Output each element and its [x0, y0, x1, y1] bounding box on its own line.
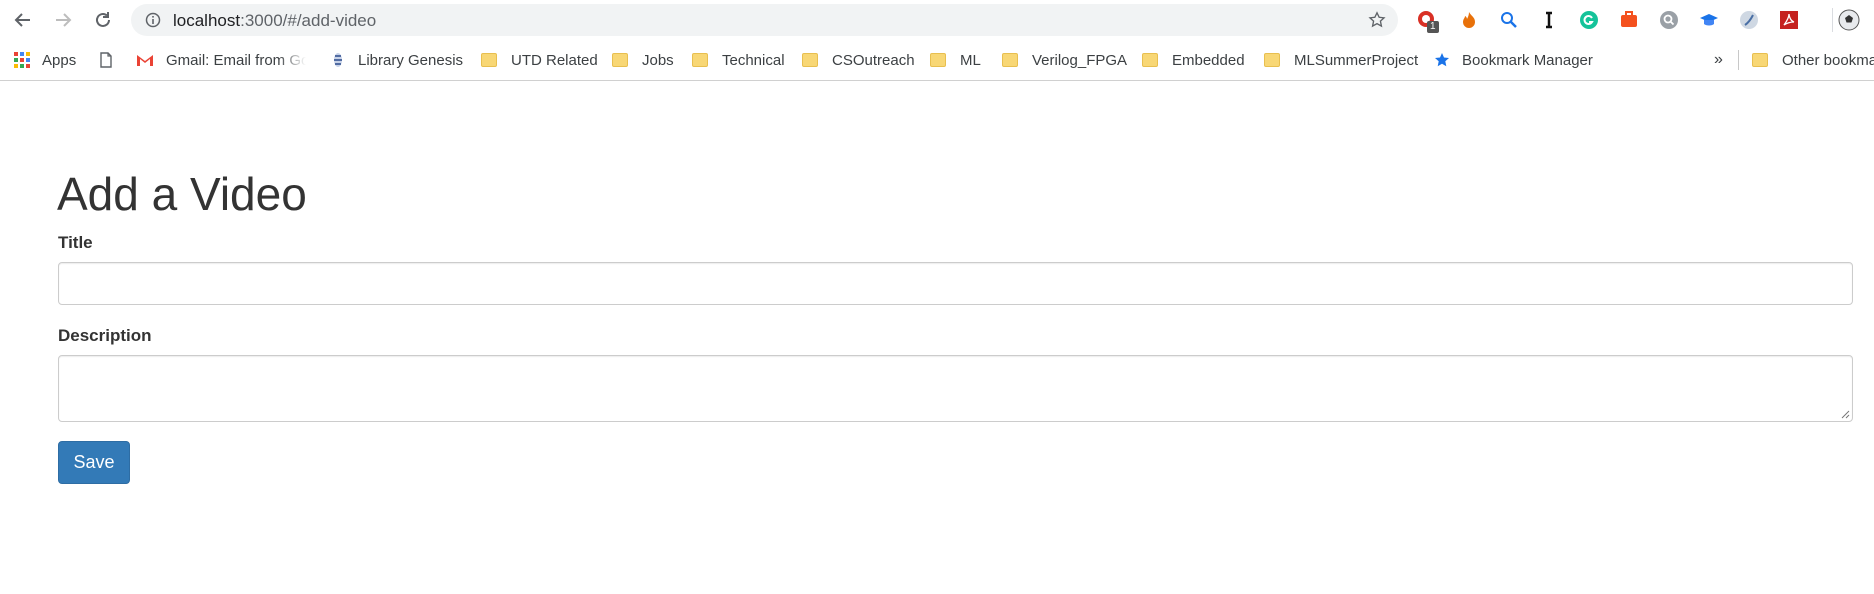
save-button[interactable]: Save: [58, 441, 130, 484]
apps-grid-icon: [14, 52, 30, 68]
arrow-right-icon: [56, 13, 72, 27]
bookmark-label: Other bookma: [1782, 51, 1874, 69]
title-input[interactable]: [59, 263, 1852, 304]
bookmark-star-icon[interactable]: [1368, 11, 1386, 29]
page-title: Add a Video: [57, 168, 307, 220]
bookmark-folder-utd-related[interactable]: UTD Related: [481, 50, 598, 70]
extension-fire[interactable]: [1458, 9, 1480, 31]
gmail-icon: [137, 55, 153, 66]
toolbox-icon: [1621, 11, 1637, 27]
magnifier-icon: [1501, 12, 1517, 28]
bookmark-gmail[interactable]: Gmail: Email from Go: [136, 50, 306, 70]
fire-icon: [1463, 12, 1475, 28]
extension-feather[interactable]: [1738, 9, 1760, 31]
url-text[interactable]: localhost:3000/#/add-video: [173, 11, 376, 31]
folder-icon: [802, 53, 818, 67]
extension-ad-blocker[interactable]: 1: [1416, 9, 1439, 33]
chevron-double-right-icon: »: [1714, 51, 1723, 68]
extension-pdf[interactable]: [1778, 9, 1800, 31]
folder-icon: [692, 53, 708, 67]
forward-button[interactable]: [48, 7, 78, 33]
extension-grammarly[interactable]: [1578, 9, 1600, 31]
folder-icon: [481, 53, 497, 67]
bookmark-label: CSOutreach: [832, 51, 915, 69]
extension-toolbox[interactable]: [1618, 9, 1640, 31]
folder-icon: [612, 53, 628, 67]
bookmark-folder-mlsummerproject[interactable]: MLSummerProject: [1264, 50, 1418, 70]
profile-avatar[interactable]: [1838, 9, 1860, 31]
bookmark-folder-verilog-fpga[interactable]: Verilog_FPGA: [1002, 50, 1127, 70]
extension-search[interactable]: [1498, 9, 1520, 31]
bookmark-label: Library Genesis: [358, 51, 464, 69]
grammarly-icon: [1580, 11, 1598, 29]
bookmark-label: ML: [960, 51, 981, 69]
folder-icon: [1142, 53, 1158, 67]
bookmark-folder-csoutreach[interactable]: CSOutreach: [802, 50, 915, 70]
info-icon[interactable]: [145, 12, 161, 28]
folder-icon: [1002, 53, 1018, 67]
bookmarks-bar: Apps Gmail: Email from Go Library Genesi…: [0, 40, 1874, 81]
title-label: Title: [58, 233, 93, 252]
bookmark-label: MLSummerProject: [1294, 51, 1419, 69]
bookmark-label: Jobs: [642, 51, 674, 69]
extension-badge: 1: [1427, 21, 1439, 33]
feather-icon: [1740, 11, 1758, 29]
bookmark-label: UTD Related: [511, 51, 598, 69]
bookmark-label: Embedded: [1172, 51, 1245, 69]
bookmarks-divider: [1738, 50, 1739, 70]
extension-cap[interactable]: [1698, 9, 1720, 31]
bookmark-label: Gmail: Email from Go: [166, 51, 306, 69]
bookmark-folder-embedded[interactable]: Embedded: [1142, 50, 1245, 70]
folder-icon: [930, 53, 946, 67]
bookmark-folder-other[interactable]: Other bookma: [1752, 50, 1874, 70]
toolbar-divider: [1832, 8, 1833, 32]
bookmark-manager[interactable]: Bookmark Manager: [1434, 50, 1593, 70]
folder-icon: [1752, 53, 1768, 67]
browser-toolbar: localhost:3000/#/add-video 1: [0, 0, 1874, 40]
back-button[interactable]: [8, 7, 38, 33]
extension-grey-search[interactable]: [1658, 9, 1680, 31]
bookmark-page[interactable]: [98, 50, 126, 70]
reload-icon: [96, 12, 110, 27]
soccer-ball-icon: [1838, 9, 1860, 31]
bookmarks-overflow-button[interactable]: »: [1714, 50, 1723, 70]
star-icon: [1435, 53, 1449, 67]
title-field[interactable]: [58, 262, 1853, 305]
page-icon: [100, 52, 112, 68]
bookmark-label: Bookmark Manager: [1462, 51, 1593, 69]
graduation-cap-icon: [1700, 14, 1718, 26]
bookmark-library-genesis[interactable]: Library Genesis: [330, 50, 463, 70]
library-icon: [334, 53, 342, 67]
letter-i-icon: [1546, 11, 1552, 29]
address-bar[interactable]: localhost:3000/#/add-video: [131, 4, 1398, 36]
arrow-left-icon: [14, 13, 30, 27]
reload-button[interactable]: [88, 7, 118, 33]
bookmark-folder-technical[interactable]: Technical: [692, 50, 785, 70]
bookmark-label: Apps: [42, 51, 77, 69]
extension-instapaper[interactable]: [1538, 9, 1560, 31]
description-field[interactable]: [58, 355, 1853, 422]
pdf-icon: [1780, 11, 1798, 29]
bookmark-label: Verilog_FPGA: [1032, 51, 1128, 69]
folder-icon: [1264, 53, 1280, 67]
bookmark-apps[interactable]: Apps: [14, 50, 76, 70]
bookmark-folder-ml[interactable]: ML: [930, 50, 981, 70]
bookmark-folder-jobs[interactable]: Jobs: [612, 50, 674, 70]
url-path: :3000/#/add-video: [240, 11, 377, 30]
grey-search-icon: [1660, 11, 1678, 29]
resize-grip-icon[interactable]: [1840, 409, 1850, 419]
description-label: Description: [58, 326, 152, 345]
url-host: localhost: [173, 11, 241, 30]
description-textarea[interactable]: [59, 356, 1852, 421]
bookmark-label: Technical: [722, 51, 785, 69]
